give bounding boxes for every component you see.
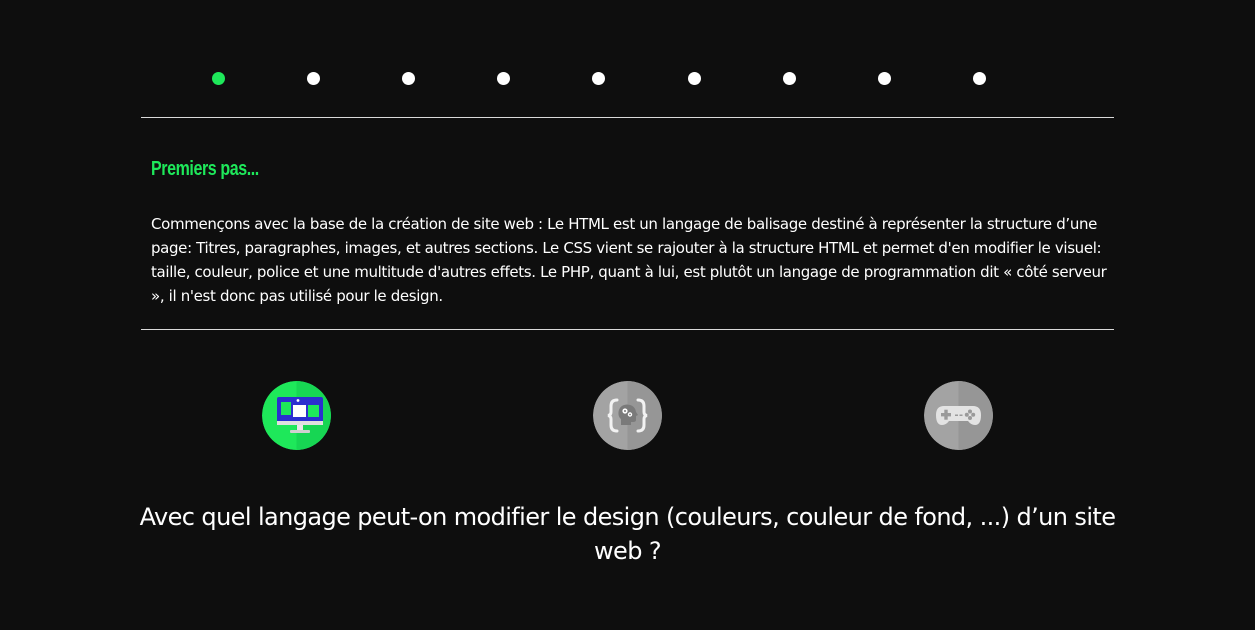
progress-dot-3[interactable] (402, 72, 415, 85)
gamepad-icon (924, 381, 993, 450)
monitor-design-icon (262, 381, 331, 450)
progress-dot-9[interactable] (973, 72, 986, 85)
answer-choice-php[interactable] (593, 381, 662, 450)
bottom-divider (141, 329, 1114, 330)
progress-dot-2[interactable] (307, 72, 320, 85)
progress-dot-6[interactable] (688, 72, 701, 85)
quiz-page: Premiers pas... Commençons avec la base … (0, 0, 1255, 630)
progress-dot-4[interactable] (497, 72, 510, 85)
answer-choice-html[interactable] (924, 381, 993, 450)
code-brain-icon (593, 381, 662, 450)
progress-dot-5[interactable] (592, 72, 605, 85)
progress-dot-1[interactable] (212, 72, 225, 85)
answer-choice-css[interactable] (262, 381, 331, 450)
question-text: Avec quel langage peut-on modifier le de… (139, 503, 1116, 565)
progress-dot-8[interactable] (878, 72, 891, 85)
lesson-text: Commençons avec la base de la création d… (151, 215, 1107, 305)
progress-dot-7[interactable] (783, 72, 796, 85)
lesson-title: Premiers pas... (151, 158, 259, 180)
top-divider (141, 117, 1114, 118)
progress-dots (0, 72, 1255, 86)
